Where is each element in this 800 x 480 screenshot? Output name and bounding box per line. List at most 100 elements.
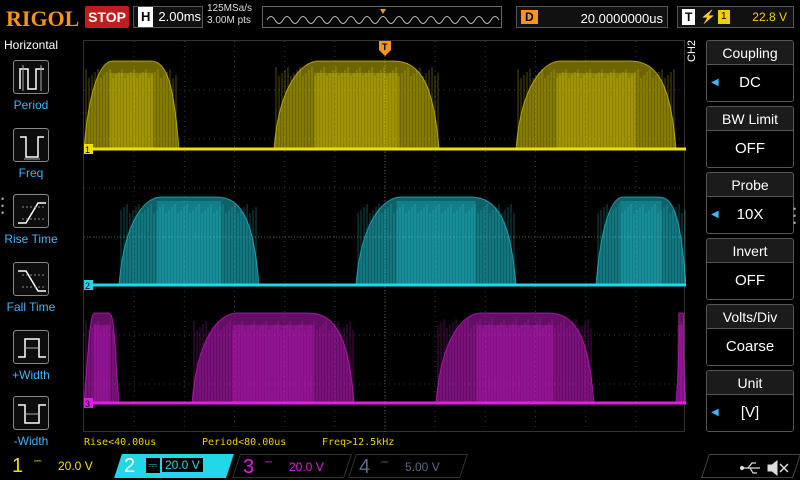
coupling-title: Coupling — [706, 40, 794, 64]
volts-div-value: Coarse — [706, 328, 794, 366]
invert-softkey[interactable]: Invert OFF — [706, 238, 794, 300]
ch3-status[interactable]: 3 ⎓ 20.0 V — [232, 454, 352, 478]
measure-period-button[interactable]: Period — [0, 56, 62, 122]
pos-width-label: +Width — [12, 368, 50, 382]
memory-overview-bar[interactable] — [262, 6, 502, 28]
ch2-marker-label: 2 — [85, 281, 90, 291]
memory-overview-waveform — [266, 9, 500, 24]
arrow-left-icon: ◀ — [711, 209, 719, 220]
measure-pos-width-button[interactable]: +Width — [0, 326, 62, 392]
trigger-level: 22.8 V — [752, 10, 787, 24]
coupling-softkey[interactable]: Coupling ◀ DC — [706, 40, 794, 102]
invert-title: Invert — [706, 238, 794, 262]
probe-value-box: ◀ 10X — [706, 196, 794, 234]
ch1-status[interactable]: 1 ⎓ 20.0 V — [2, 454, 122, 478]
rise-time-icon — [13, 194, 49, 228]
ch3-number: 3 — [243, 456, 255, 478]
channel-menu: Coupling ◀ DC BW Limit OFF Probe ◀ 10X Inv… — [700, 36, 800, 450]
ch3-scale: 20.0 V — [289, 460, 324, 474]
bw-limit-value: OFF — [706, 130, 794, 168]
ch2-burst-core — [620, 201, 662, 285]
run-stop-status[interactable]: STOP — [85, 6, 129, 28]
unit-title: Unit — [706, 370, 794, 394]
volts-div-softkey[interactable]: Volts/Div Coarse — [706, 304, 794, 366]
horizontal-label: H — [138, 7, 154, 27]
ch4-number: 4 — [359, 456, 371, 478]
menu-channel-tag: CH2 — [686, 39, 698, 62]
arrow-left-icon: ◀ — [711, 77, 719, 88]
dc-coupling-icon: ⎓ — [381, 457, 389, 467]
period-label: Period — [13, 98, 49, 112]
rise-measurement: Rise<40.00us — [84, 437, 157, 448]
trigger-marker-label: T — [382, 42, 388, 52]
ch1-burst-core — [109, 73, 154, 149]
waveform-display[interactable]: 1 2 3 T — [83, 40, 686, 433]
ch1-burst-core — [314, 73, 399, 149]
ch2-number: 2 — [124, 455, 136, 477]
waveform-canvas: 1 2 3 T — [84, 41, 686, 433]
ch1-burst-core — [556, 73, 636, 149]
channel-status-bar: 1 ⎓ 20.0 V 2 ⎓ 20.0 V 3 ⎓ 20.0 V 4 ⎓ 5.0 — [0, 452, 800, 480]
system-icons — [740, 459, 789, 477]
ch3-marker-label: 3 — [85, 399, 90, 409]
sample-rate: 125MSa/s — [207, 3, 253, 14]
ch1-marker-label: 1 — [85, 145, 90, 155]
probe-title: Probe — [706, 172, 794, 196]
rising-edge-icon: ⚡ — [700, 9, 717, 24]
memory-depth: 3.00M pts — [207, 15, 251, 26]
freq-measurement: Freq>12.5kHz — [322, 437, 395, 448]
unit-softkey[interactable]: Unit ◀ [V] — [706, 370, 794, 432]
top-status-bar: RIGOL STOP H 2.00ms 125MSa/s 3.00M pts D … — [0, 0, 800, 36]
neg-width-icon — [13, 396, 49, 430]
dc-coupling-icon: ⎓ — [265, 457, 273, 467]
horizontal-delay-box[interactable]: D 20.0000000us — [516, 6, 668, 28]
measure-freq-button[interactable]: Freq — [0, 124, 62, 190]
ch2-burst-core — [396, 201, 476, 285]
rise-time-label: Rise Time — [4, 232, 58, 246]
timebase-value: 2.00ms — [158, 9, 202, 24]
dc-coupling-icon: ⎓ — [146, 458, 160, 473]
measure-rise-time-button[interactable]: Rise Time — [0, 190, 62, 256]
ch4-scale: 5.00 V — [405, 460, 440, 474]
period-measurement: Period<80.00us — [202, 437, 287, 448]
delay-value: 20.0000000us — [580, 11, 663, 26]
ch4-status[interactable]: 4 ⎓ 5.00 V — [348, 454, 468, 478]
coupling-value: DC — [739, 74, 761, 91]
arrow-left-icon: ◀ — [711, 407, 719, 418]
period-icon — [13, 60, 49, 94]
usb-icon — [740, 462, 760, 474]
bw-limit-softkey[interactable]: BW Limit OFF — [706, 106, 794, 168]
freq-icon — [13, 128, 49, 162]
ch2-status[interactable]: 2 ⎓ 20.0 V — [114, 454, 234, 478]
speaker-mute-icon — [767, 459, 789, 477]
ch3-burst-core — [476, 325, 554, 403]
unit-value-box: ◀ [V] — [706, 394, 794, 432]
neg-width-label: -Width — [13, 434, 49, 448]
coupling-value-box: ◀ DC — [706, 64, 794, 102]
pos-width-icon — [13, 330, 49, 364]
measure-neg-width-button[interactable]: -Width — [0, 392, 62, 458]
measure-fall-time-button[interactable]: Fall Time — [0, 258, 62, 324]
timebase-box[interactable]: H 2.00ms — [133, 6, 203, 28]
ch2-burst-core — [156, 201, 222, 285]
ch1-scale: 20.0 V — [58, 459, 93, 473]
trigger-source: 1 — [718, 10, 730, 24]
fall-time-label: Fall Time — [6, 300, 56, 314]
probe-softkey[interactable]: Probe ◀ 10X — [706, 172, 794, 234]
trigger-position-icon — [380, 9, 386, 14]
horizontal-measure-menu: Horizontal Period Freq • • • Rise Time Fal — [0, 36, 62, 450]
delay-label: D — [521, 10, 538, 24]
ch3-burst-core — [678, 325, 684, 403]
ch2-scale: 20.0 V — [162, 458, 203, 472]
unit-value: [V] — [740, 404, 760, 421]
invert-value: OFF — [706, 262, 794, 300]
trigger-label: T — [682, 9, 696, 25]
probe-value: 10X — [736, 206, 764, 223]
ch3-burst-core — [232, 325, 314, 403]
bw-limit-title: BW Limit — [706, 106, 794, 130]
trigger-box[interactable]: T ⚡ 1 22.8 V — [677, 6, 794, 28]
oscilloscope-ui: RIGOL STOP H 2.00ms 125MSa/s 3.00M pts D … — [0, 0, 800, 480]
dc-coupling-icon: ⎓ — [34, 456, 42, 466]
acquisition-info: 125MSa/s 3.00M pts — [207, 3, 252, 27]
ch1-number: 1 — [12, 455, 24, 477]
